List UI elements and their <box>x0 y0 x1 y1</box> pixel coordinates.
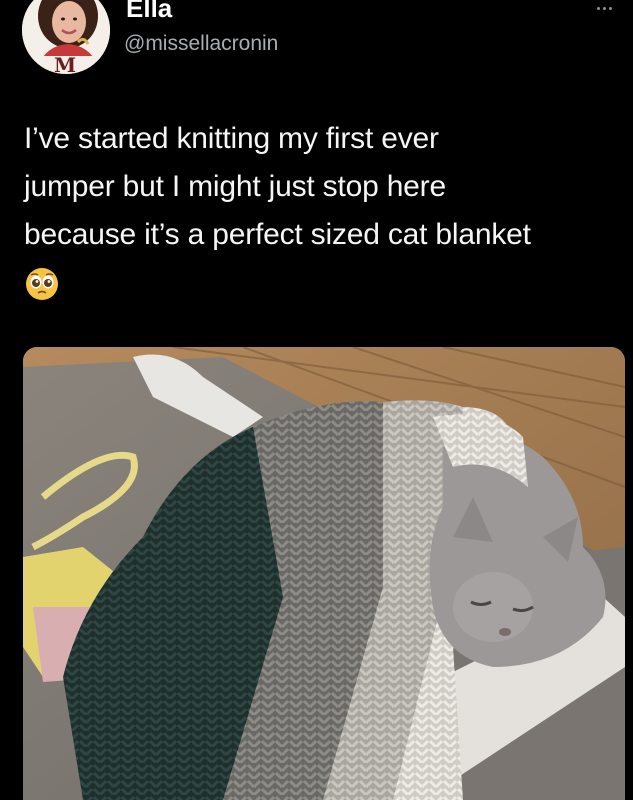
photo-cat-under-knitted-blanket-icon <box>23 347 625 800</box>
user-handle[interactable]: @missellacronin <box>124 31 278 57</box>
svg-text:M: M <box>54 53 76 74</box>
tweet-text-line: because it’s a perfect sized cat blanket <box>24 218 531 251</box>
tweet-text: I’ve started knitting my first ever jump… <box>24 115 624 259</box>
pleading-face-emoji <box>25 267 59 301</box>
tweet-text-line: I’ve started knitting my first ever <box>24 122 439 155</box>
more-options-icon[interactable] <box>597 4 619 12</box>
avatar-image: M <box>22 0 110 74</box>
tweet-text-line: jumper but I might just stop here <box>24 170 446 203</box>
tweet-header: M Ella @missellacronin <box>0 0 633 80</box>
tweet-photo[interactable] <box>23 347 625 800</box>
avatar[interactable]: M <box>22 0 110 74</box>
display-name[interactable]: Ella <box>126 0 172 23</box>
